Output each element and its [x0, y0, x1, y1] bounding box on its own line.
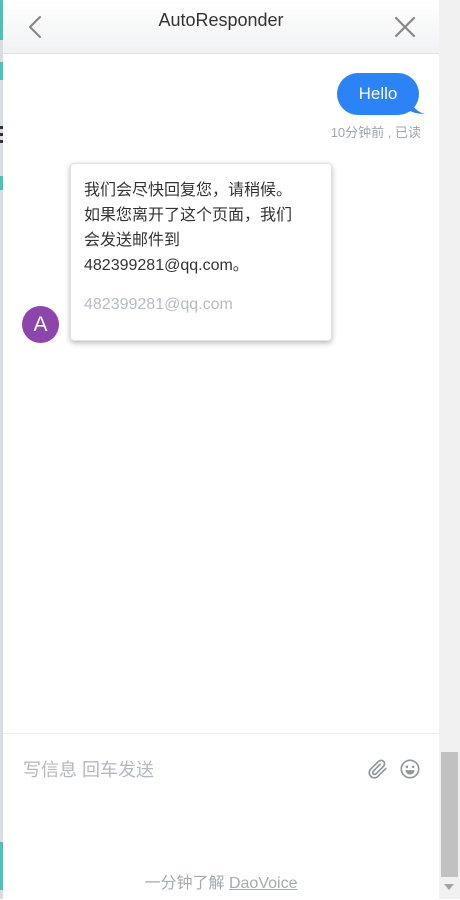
- powered-by-prefix: 一分钟了解: [144, 875, 229, 892]
- scrollbar-thumb[interactable]: [441, 752, 458, 877]
- auto-reply-line: 会发送邮件到: [84, 232, 181, 249]
- auto-reply-card: 我们会尽快回复您，请稍候。 如果您离开了这个页面，我们 会发送邮件到 48239…: [70, 163, 332, 341]
- auto-reply-text: 我们会尽快回复您，请稍候。 如果您离开了这个页面，我们 会发送邮件到 48239…: [84, 178, 317, 278]
- scroll-down-arrow-icon[interactable]: [444, 884, 454, 890]
- daovoice-link[interactable]: DaoVoice: [229, 875, 298, 892]
- chat-widget: AutoResponder Hello 10分钟前 , 已读 我们会尽快回复您，…: [3, 0, 439, 900]
- chat-header: AutoResponder: [3, 0, 439, 54]
- outgoing-message-text: Hello: [358, 84, 398, 103]
- outgoing-message-bubble: Hello: [337, 73, 419, 115]
- message-composer: 一分钟了解 DaoVoice: [3, 733, 439, 900]
- scrollbar[interactable]: [439, 0, 460, 899]
- agent-avatar-letter: A: [33, 312, 48, 336]
- message-input[interactable]: [21, 756, 345, 784]
- bubble-tail: [409, 96, 425, 114]
- auto-reply-email[interactable]: 482399281@qq.com: [84, 296, 317, 314]
- smiley-icon[interactable]: [399, 758, 421, 780]
- auto-reply-line: 我们会尽快回复您，请稍候。: [84, 182, 293, 199]
- chat-title: AutoResponder: [158, 10, 284, 30]
- agent-avatar: A: [22, 306, 59, 343]
- paperclip-icon[interactable]: [367, 758, 389, 780]
- powered-by: 一分钟了解 DaoVoice: [3, 869, 439, 893]
- close-icon[interactable]: [392, 14, 418, 40]
- auto-reply-line: 482399281@qq.com。: [84, 257, 249, 274]
- message-status: 10分钟前 , 已读: [330, 125, 421, 140]
- auto-reply-line: 如果您离开了这个页面，我们: [84, 207, 293, 224]
